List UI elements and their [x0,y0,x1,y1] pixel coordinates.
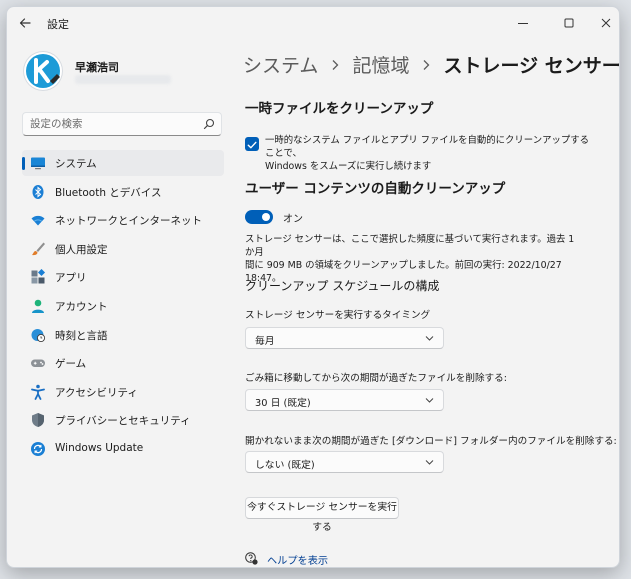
downloads-label: 開かれないまま次の期間が過ぎた [ダウンロード] フォルダー内のファイルを削除す… [245,436,617,447]
settings-window: 設定 早瀬浩司 設定の検索 システム Bluetooth とデバイス ネットワー… [6,6,620,568]
person-icon [32,299,44,313]
avatar [23,51,63,91]
monitor-icon [31,157,45,170]
toggle-knob [262,213,270,221]
shield-icon [32,413,44,428]
close-button[interactable] [596,13,616,33]
accessibility-icon [31,384,45,400]
sidebar-item-personalization[interactable]: 個人用設定 [22,236,224,262]
recycle-bin-dropdown[interactable]: 30 日 (既定) [245,389,444,411]
sidebar-item-accessibility[interactable]: アクセシビリティ [22,379,224,405]
minimize-button[interactable] [513,13,533,33]
sidebar-item-label: Windows Update [55,441,144,454]
sidebar-item-time-language[interactable]: 時刻と言語 [22,322,224,348]
downloads-dropdown[interactable]: しない (既定) [245,451,444,473]
chevron-down-icon [425,460,434,465]
bluetooth-icon [32,184,44,199]
breadcrumb-storage[interactable]: 記憶域 [352,55,409,77]
sidebar-item-label: ネットワークとインターネット [55,215,202,228]
avatar-logo-icon [26,54,60,88]
help-link[interactable]: ヘルプを表示 [267,552,328,567]
chevron-down-icon [425,336,434,341]
sidebar-item-accounts[interactable]: アカウント [22,293,224,319]
checkbox-label-line: 一時的なシステム ファイルとアプリ ファイルを自動的にクリーンアップすることで、 [265,135,589,159]
temp-files-checkbox-label: 一時的なシステム ファイルとアプリ ファイルを自動的にクリーンアップすることで、… [265,134,595,173]
sidebar-item-label: アプリ [55,272,87,285]
sidebar-nav: システム Bluetooth とデバイス ネットワークとインターネット 個人用設… [22,150,224,465]
sidebar-item-label: アカウント [55,300,108,313]
user-email-redacted [75,75,171,84]
help-icon [245,552,258,565]
sidebar-item-apps[interactable]: アプリ [22,264,224,290]
sidebar-item-label: 個人用設定 [55,243,108,256]
sidebar-item-gaming[interactable]: ゲーム [22,350,224,376]
sidebar-item-label: ゲーム [55,358,87,371]
downloads-dropdown-value: しない (既定) [255,460,315,471]
breadcrumb: システム 記憶域 ストレージ センサー [243,51,620,79]
wifi-icon [31,216,45,226]
schedule-heading: クリーンアップ スケジュールの構成 [245,279,440,293]
apps-icon [31,269,46,284]
auto-cleanup-toggle[interactable] [245,210,273,224]
search-input[interactable] [30,116,190,132]
sidebar-item-label: Bluetooth とデバイス [55,186,162,199]
breadcrumb-system[interactable]: システム [243,55,318,77]
app-title: 設定 [47,18,69,31]
sidebar-item-network[interactable]: ネットワークとインターネット [22,207,224,233]
maximize-button[interactable] [559,13,579,33]
sidebar-item-label: 時刻と言語 [55,329,108,342]
page-title: ストレージ センサー [443,55,620,77]
timing-dropdown-value: 毎月 [255,336,275,347]
sidebar-item-privacy-security[interactable]: プライバシーとセキュリティ [22,407,224,433]
toggle-state-label: オン [283,214,303,225]
checkmark-icon [247,141,257,149]
sidebar-item-label: システム [55,158,97,170]
auto-cleanup-heading: ユーザー コンテンツの自動クリーンアップ [245,181,506,197]
timing-dropdown[interactable]: 毎月 [245,327,444,349]
brush-icon [32,242,45,255]
temp-files-checkbox[interactable] [245,137,259,151]
timing-label: ストレージ センサーを実行するタイミング [245,310,431,321]
user-name: 早瀬浩司 [75,61,119,74]
title-bar: 設定 [7,7,619,39]
checkbox-label-line: Windows をスムーズに実行し続けます [265,161,432,172]
sidebar-item-system[interactable]: システム [22,150,224,176]
update-icon [31,441,45,456]
user-profile[interactable]: 早瀬浩司 [23,51,223,97]
chevron-right-icon [423,59,430,70]
back-arrow-icon [19,18,31,28]
maximize-icon [564,18,574,28]
sidebar-item-bluetooth[interactable]: Bluetooth とデバイス [22,179,224,205]
recycle-bin-dropdown-value: 30 日 (既定) [255,398,311,409]
back-button[interactable] [17,15,33,31]
sidebar-item-label: プライバシーとセキュリティ [55,415,191,428]
search-icon[interactable] [203,118,215,130]
globe-clock-icon [31,328,46,342]
close-icon [601,18,611,28]
sidebar-item-windows-update[interactable]: Windows Update [22,436,224,462]
gamepad-icon [31,359,45,368]
description-line: ストレージ センサーは、ここで選択した頻度に基づいて実行されます。過去 1 か月 [245,234,575,258]
minimize-icon [518,23,528,24]
temp-files-heading: 一時ファイルをクリーンアップ [245,101,434,117]
chevron-down-icon [425,398,434,403]
run-storage-sense-button[interactable]: 今すぐストレージ センサーを実行する [245,497,399,533]
settings-search[interactable] [22,112,222,136]
sidebar-item-label: アクセシビリティ [55,386,138,399]
recycle-bin-label: ごみ箱に移動してから次の期間が過ぎたファイルを削除する: [245,373,507,384]
chevron-right-icon [332,59,339,70]
